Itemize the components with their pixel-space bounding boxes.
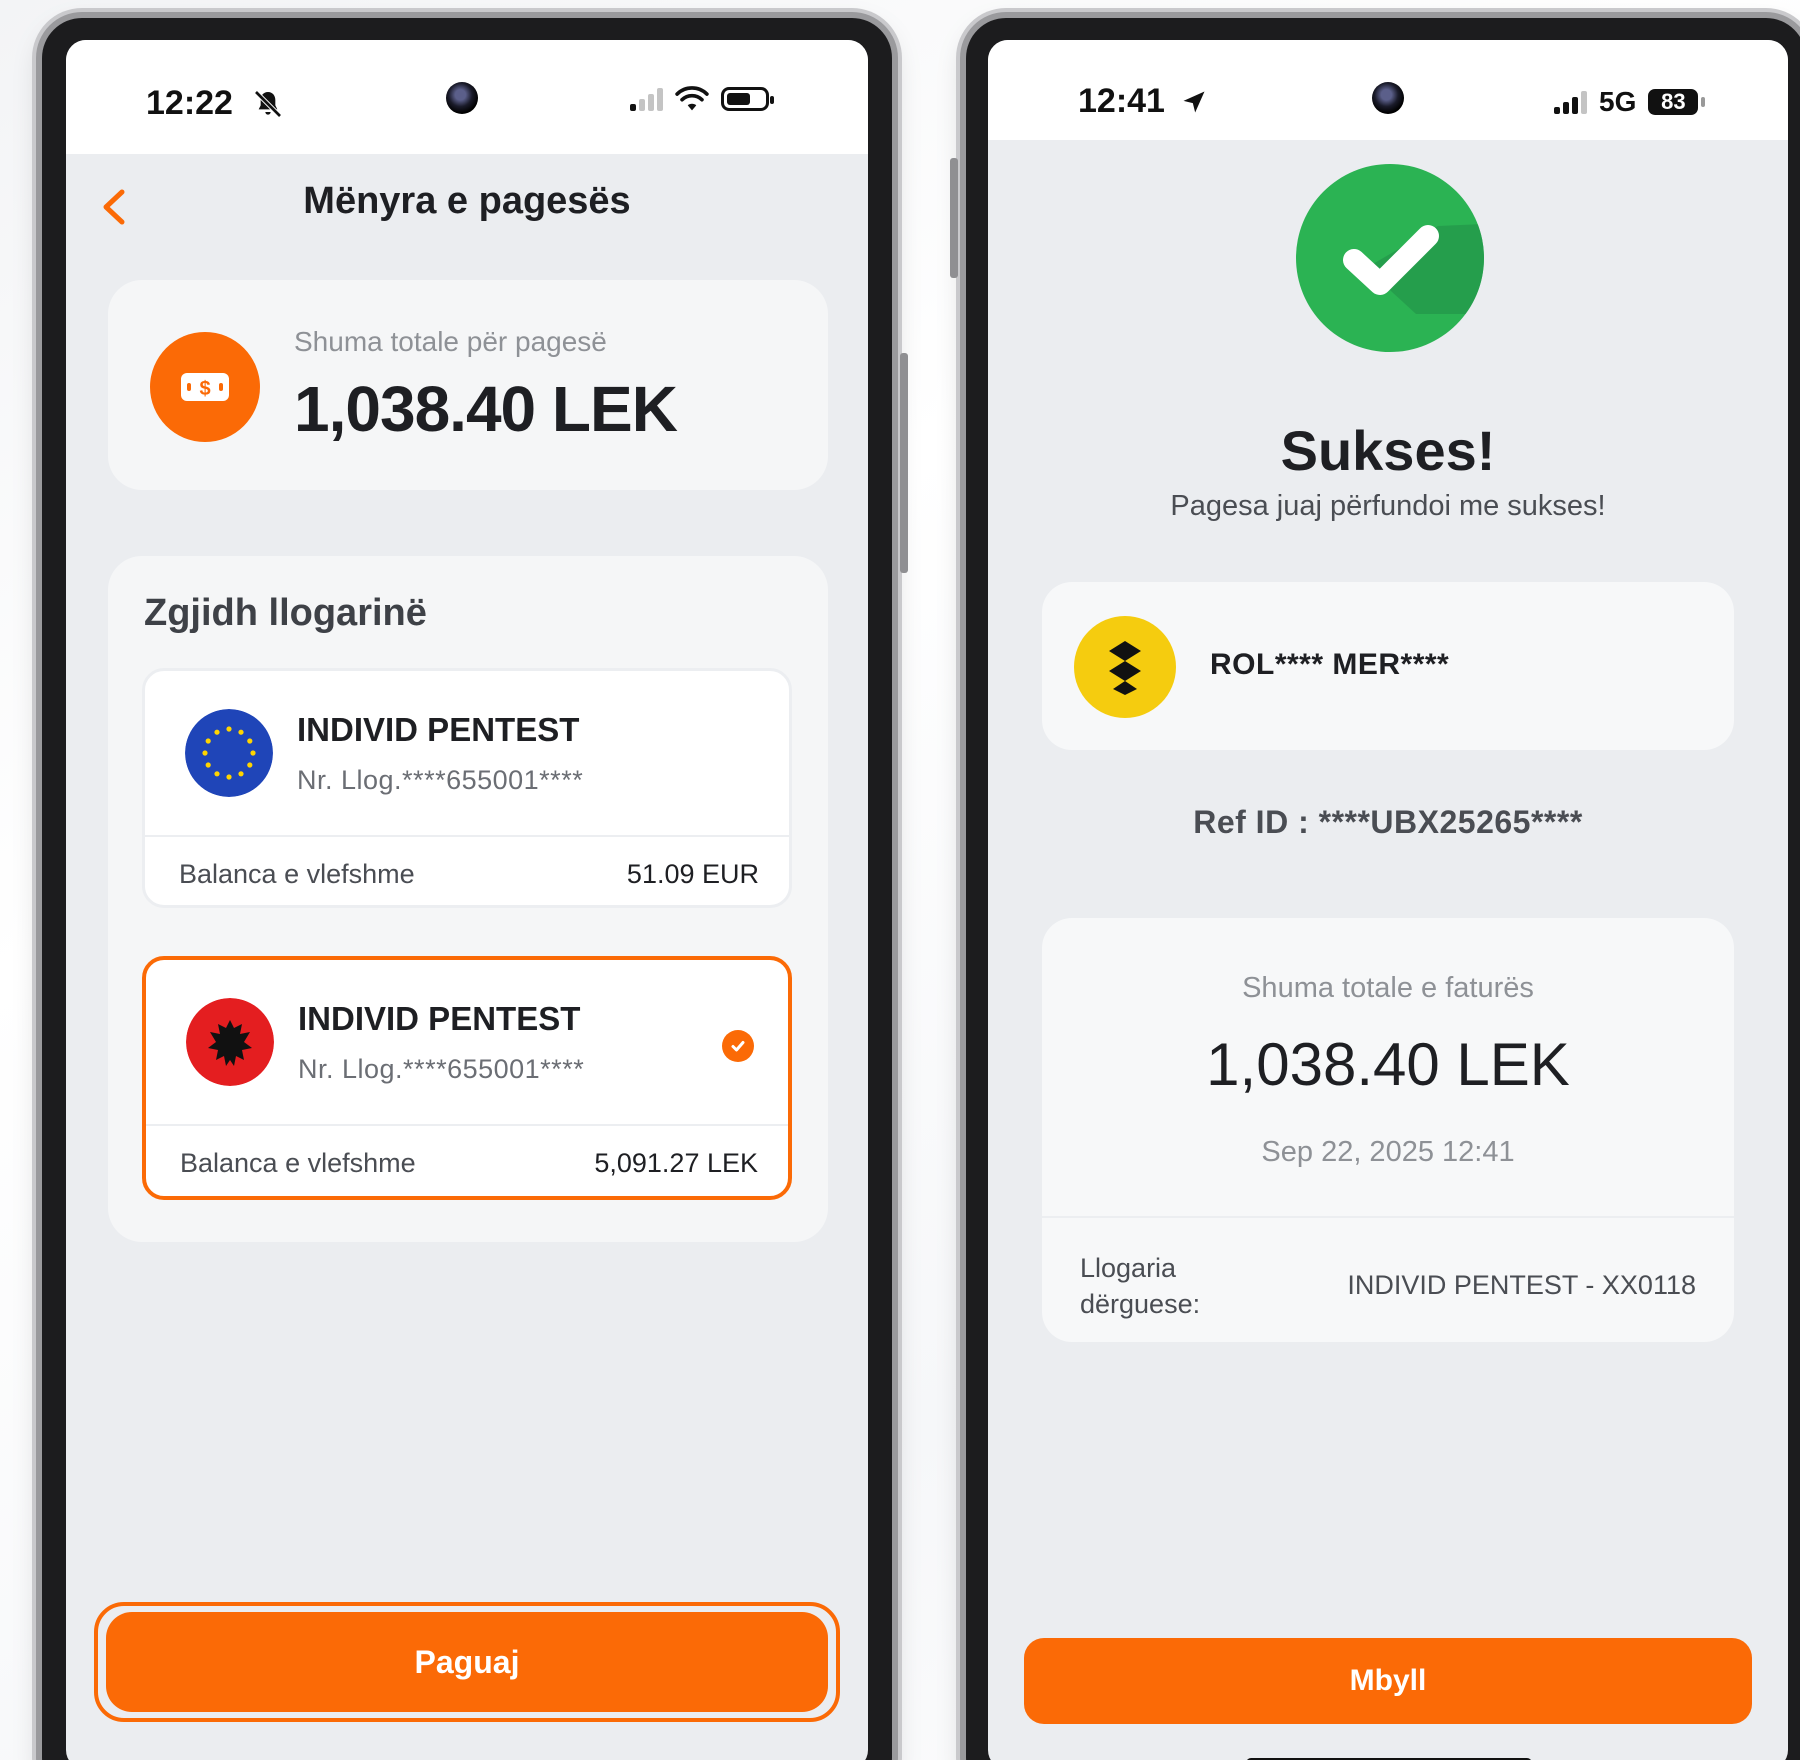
cellular-signal-icon (1554, 90, 1587, 114)
bell-slash-icon (254, 90, 282, 118)
balance-value: 5,091.27 LEK (594, 1148, 758, 1178)
page-title: Mënyra e pagesës (303, 180, 631, 222)
success-subtitle: Pagesa juaj përfundoi me sukses! (1170, 490, 1606, 522)
sender-account-value: INDIVID PENTEST - XX0118 (1347, 1270, 1696, 1300)
account-number: Nr. Llog.****655001**** (297, 765, 584, 795)
balance-label: Balanca e vlefshme (179, 859, 415, 889)
divider (146, 1124, 788, 1126)
side-button (900, 353, 908, 573)
total-amount-card: $ Shuma totale për pagesë 1,038.40 LEK (108, 280, 828, 490)
front-camera (446, 82, 478, 114)
reference-id: Ref ID : ****UBX25265**** (1193, 804, 1583, 840)
total-amount: 1,038.40 LEK (294, 373, 678, 445)
account-selection-card: Zgjidh llogarinë INDIVID PENTEST Nr. Llo… (108, 556, 828, 1242)
side-button (950, 158, 958, 278)
selected-check-icon (722, 1030, 754, 1062)
sender-account-label: Llogaria dërguese: (1080, 1253, 1201, 1319)
merchant-card: ROL**** MER**** (1042, 582, 1734, 750)
balance-label: Balanca e vlefshme (180, 1148, 416, 1178)
close-button[interactable]: Mbyll (1024, 1638, 1752, 1724)
section-title: Zgjidh llogarinë (144, 592, 427, 634)
phone-frame-right: 12:41 5G 83 Sukses! Pagesa juaj përfundo… (950, 18, 1800, 1760)
phone-frame-left: 12:22 Mënyra e pagesës $ Shuma totale pë… (42, 18, 908, 1760)
checkmark-icon (1296, 164, 1484, 352)
status-icons (630, 86, 774, 112)
eu-flag-icon (185, 709, 273, 797)
account-number: Nr. Llog.****655001**** (298, 1054, 585, 1084)
invoice-total-label: Shuma totale e faturës (1242, 972, 1534, 1004)
merchant-logo-icon (1074, 616, 1176, 718)
network-label: 5G (1599, 86, 1637, 117)
money-icon: $ (150, 332, 260, 442)
success-title: Sukses! (1280, 419, 1496, 482)
invoice-date: Sep 22, 2025 12:41 (1261, 1136, 1515, 1168)
battery-icon: 83 (1648, 89, 1706, 115)
albania-flag-icon (186, 998, 274, 1086)
account-option-eur[interactable]: INDIVID PENTEST Nr. Llog.****655001**** … (142, 668, 792, 908)
cellular-signal-icon (630, 87, 663, 111)
invoice-total-amount: 1,038.40 LEK (1206, 1031, 1570, 1098)
divider (145, 835, 789, 837)
account-option-lek[interactable]: INDIVID PENTEST Nr. Llog.****655001**** … (142, 956, 792, 1200)
divider (1042, 1216, 1734, 1218)
invoice-summary-card: Shuma totale e faturës 1,038.40 LEK Sep … (1042, 918, 1734, 1342)
account-name: INDIVID PENTEST (297, 711, 580, 748)
balance-value: 51.09 EUR (626, 859, 759, 889)
pay-button[interactable]: Paguaj (106, 1612, 828, 1712)
account-name: INDIVID PENTEST (298, 1000, 581, 1037)
svg-text:$: $ (199, 378, 210, 400)
payment-method-screen: 12:22 Mënyra e pagesës $ Shuma totale pë… (66, 40, 868, 1760)
status-bar: 12:41 5G 83 (988, 40, 1788, 140)
status-icons: 5G 83 (1554, 86, 1706, 118)
battery-icon (721, 87, 774, 111)
status-time: 12:41 (1078, 82, 1165, 120)
merchant-name: ROL**** MER**** (1210, 648, 1450, 681)
status-bar: 12:22 (66, 40, 868, 154)
payment-success-screen: 12:41 5G 83 Sukses! Pagesa juaj përfundo… (988, 40, 1788, 1760)
wifi-icon (675, 86, 709, 111)
location-arrow-icon (1183, 91, 1205, 113)
status-time: 12:22 (146, 84, 233, 122)
total-label: Shuma totale për pagesë (294, 326, 607, 357)
front-camera (1372, 82, 1404, 114)
